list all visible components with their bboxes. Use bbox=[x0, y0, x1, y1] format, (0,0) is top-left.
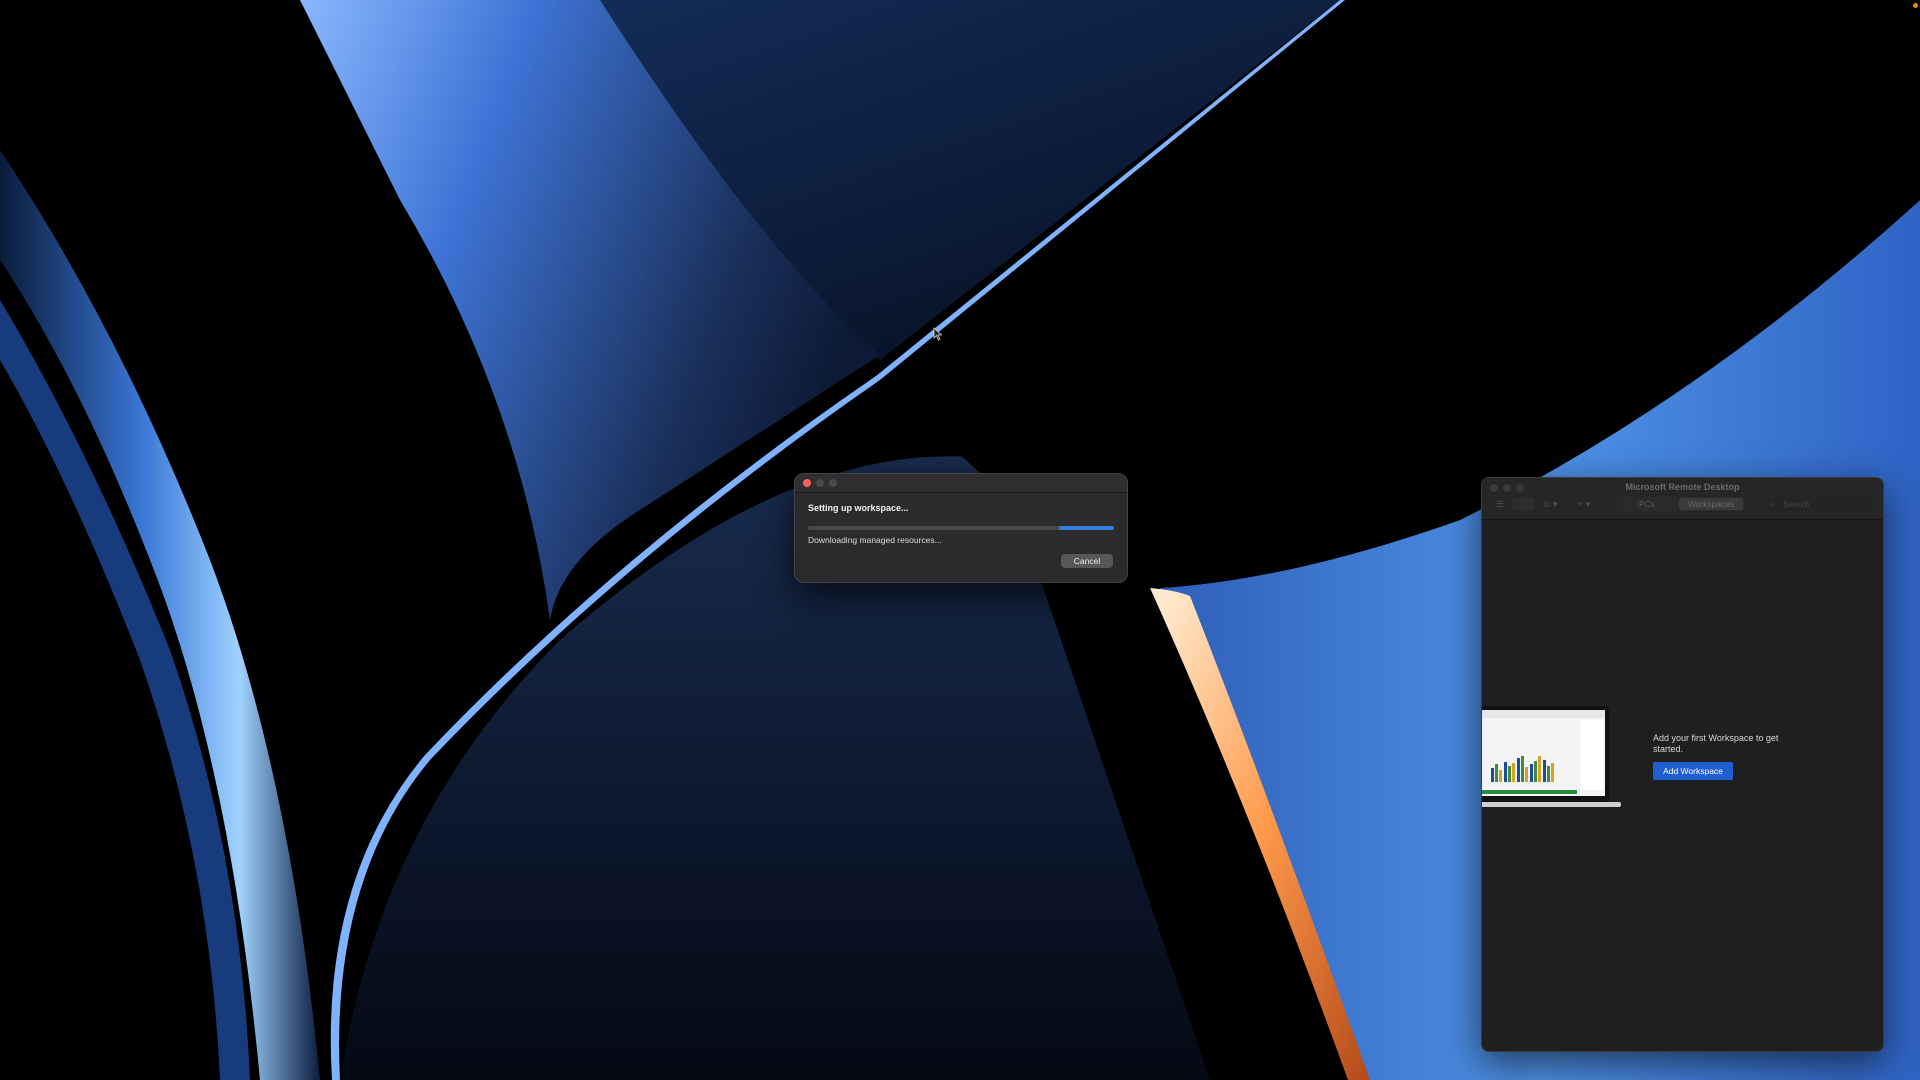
progress-bar bbox=[808, 526, 1114, 530]
zoom-window-button bbox=[829, 479, 837, 487]
grid-view-icon[interactable] bbox=[1512, 498, 1534, 510]
dialog-status-text: Downloading managed resources... bbox=[808, 535, 942, 545]
minimize-window-button bbox=[816, 479, 824, 487]
progress-fill bbox=[1058, 526, 1114, 530]
search-placeholder: Search bbox=[1783, 499, 1810, 509]
tab-workspaces[interactable]: Workspaces bbox=[1679, 498, 1743, 510]
tab-pcs[interactable]: PCs bbox=[1617, 498, 1677, 510]
view-segmented-control: PCs Workspaces bbox=[1615, 497, 1745, 511]
dialog-title: Setting up workspace... bbox=[808, 503, 909, 513]
mouse-cursor-icon bbox=[933, 327, 943, 341]
add-menu-icon[interactable]: + ▾ bbox=[1578, 498, 1590, 510]
close-window-button[interactable] bbox=[803, 479, 811, 487]
empty-state-message: Add your first Workspace to get started. bbox=[1653, 733, 1779, 754]
search-input[interactable]: ⌕ Search bbox=[1765, 497, 1873, 511]
remote-desktop-toolbar: Microsoft Remote Desktop ☰ ⊙ ▾ + ▾ PCs W… bbox=[1482, 478, 1883, 520]
sidebar-toggle-icon[interactable]: ☰ bbox=[1496, 498, 1504, 510]
window-title: Microsoft Remote Desktop bbox=[1625, 482, 1740, 492]
search-icon: ⌕ bbox=[1770, 499, 1775, 509]
settings-menu-icon[interactable]: ⊙ ▾ bbox=[1543, 498, 1558, 510]
setup-workspace-dialog: Setting up workspace... Downloading mana… bbox=[794, 473, 1128, 583]
desktop: Setting up workspace... Downloading mana… bbox=[0, 0, 1920, 1080]
cancel-button[interactable]: Cancel bbox=[1061, 554, 1113, 568]
add-workspace-button[interactable]: Add Workspace bbox=[1653, 762, 1733, 780]
remote-desktop-window: Microsoft Remote Desktop ☰ ⊙ ▾ + ▾ PCs W… bbox=[1481, 477, 1884, 1052]
dialog-titlebar bbox=[795, 474, 1127, 493]
status-indicator-dot bbox=[1913, 3, 1918, 8]
laptop-illustration bbox=[1482, 706, 1621, 807]
